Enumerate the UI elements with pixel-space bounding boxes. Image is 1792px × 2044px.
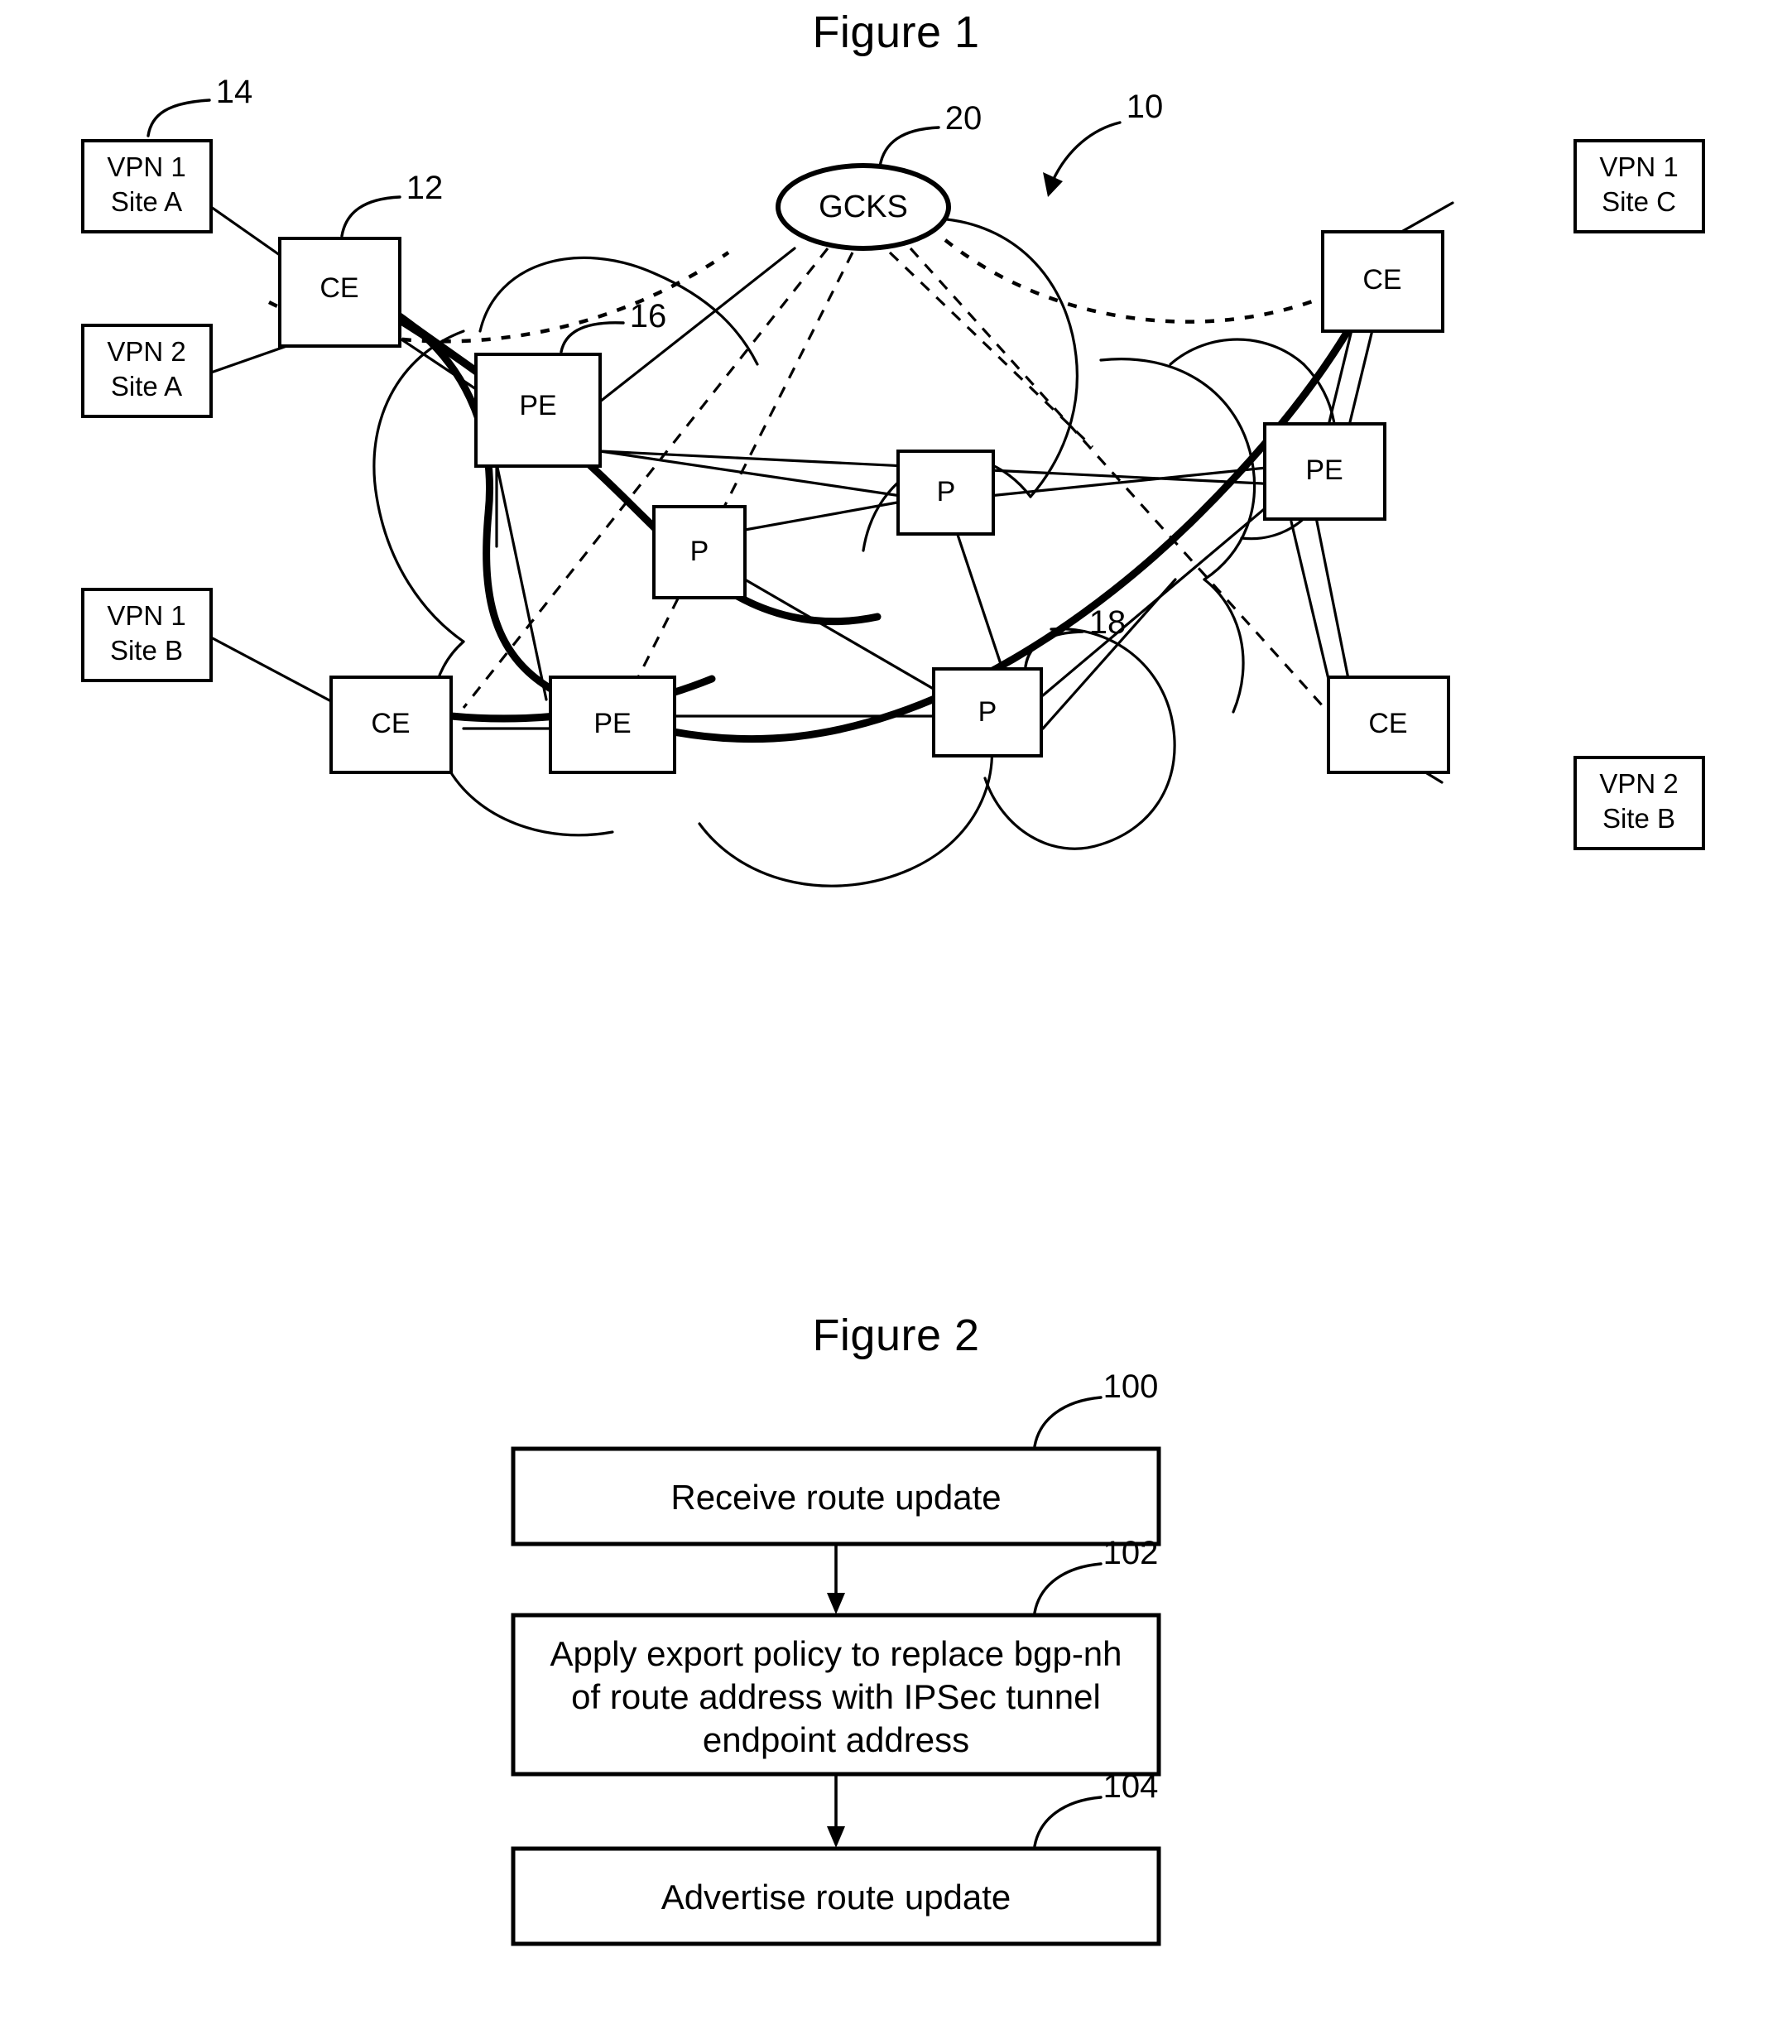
flow-step-102-line3: endpoint address: [703, 1720, 969, 1759]
ref-numeral-104: 104: [1103, 1768, 1159, 1805]
ce-bottom-right-label: CE: [1368, 708, 1407, 739]
ce-router-bottom-right: CE: [1327, 676, 1450, 774]
gcks-node: GCKS: [776, 163, 951, 251]
ref-numeral-18: 18: [1089, 604, 1127, 641]
vpn-1-site-c-line2: Site C: [1602, 186, 1676, 217]
vpn-2-site-b-line2: Site B: [1602, 803, 1675, 834]
flow-step-100-text: Receive route update: [670, 1478, 1001, 1517]
p-router-bottom: P: [932, 667, 1043, 757]
pe-router-right: PE: [1263, 422, 1386, 521]
ce-router-bottom-left: CE: [329, 676, 453, 774]
vpn-1-site-b-box: VPN 1 Site B: [81, 588, 213, 682]
vpn-1-site-a-line2: Site A: [111, 186, 182, 217]
flow-ref-100: 100: [1033, 1368, 1159, 1448]
flow-step-receive-route-update: Receive route update: [511, 1446, 1161, 1546]
ref-numeral-20: 20: [945, 100, 982, 137]
p-bottom-label: P: [978, 696, 997, 728]
flow-step-advertise-route-update: Advertise route update: [511, 1846, 1161, 1946]
figure-2-flowchart: Receive route update 100 Apply export po…: [511, 1368, 1161, 1946]
flow-ref-104: 104: [1033, 1768, 1159, 1848]
pe-left-label: PE: [519, 390, 556, 421]
p-router-left: P: [652, 505, 747, 599]
ce-bottom-left-label: CE: [371, 708, 410, 739]
ref-numeral-12: 12: [406, 170, 444, 206]
ref-numeral-102: 102: [1103, 1535, 1159, 1571]
vpn-2-site-b-box: VPN 2 Site B: [1573, 756, 1705, 850]
vpn-2-site-b-line1: VPN 2: [1599, 768, 1678, 799]
vpn-1-site-b-line1: VPN 1: [107, 600, 185, 631]
flow-arrow-2: [827, 1774, 845, 1848]
flow-ref-102: 102: [1033, 1535, 1159, 1614]
ref-numeral-100: 100: [1103, 1368, 1159, 1405]
ref-numeral-14: 14: [216, 74, 253, 110]
pe-router-left: PE: [474, 353, 602, 468]
vpn-1-site-b-line2: Site B: [110, 635, 183, 666]
gcks-dotted-links: [267, 238, 1342, 344]
ce-top-right-label: CE: [1362, 264, 1401, 296]
pe-right-label: PE: [1305, 454, 1343, 486]
ref-numeral-16: 16: [630, 298, 667, 334]
pe-bottom-left-label: PE: [593, 708, 631, 739]
ce-router-top-right: CE: [1321, 230, 1444, 333]
ce-top-left-label: CE: [319, 272, 358, 304]
flow-step-apply-export-policy: Apply export policy to replace bgp-nh of…: [511, 1613, 1161, 1777]
ref-numeral-10: 10: [1127, 89, 1164, 125]
provider-cloud-outline: [372, 218, 1338, 887]
p-center-label: P: [937, 476, 956, 507]
p-left-label: P: [690, 536, 709, 567]
ce-router-top-left: CE: [278, 237, 401, 348]
vpn-2-site-a-box: VPN 2 Site A: [81, 324, 213, 418]
p-router-center: P: [896, 450, 995, 536]
gcks-label: GCKS: [819, 190, 908, 224]
patent-figure-page: Figure 1 VPN 1 Site A VPN 2 Site A VPN 1…: [0, 0, 1792, 2044]
flow-step-104-text: Advertise route update: [661, 1878, 1011, 1917]
vpn-1-site-c-box: VPN 1 Site C: [1573, 139, 1705, 233]
pe-router-bottom-left: PE: [549, 676, 676, 774]
flow-step-102-line1: Apply export policy to replace bgp-nh: [550, 1634, 1122, 1673]
vpn-2-site-a-line1: VPN 2: [107, 336, 185, 367]
flow-arrow-1: [827, 1544, 845, 1614]
vpn-1-site-a-line1: VPN 1: [107, 151, 185, 182]
gcks-dashed-links: [462, 247, 1326, 709]
figure-1-diagram: VPN 1 Site A VPN 2 Site A VPN 1 Site B V…: [81, 74, 1705, 887]
flow-step-102-line2: of route address with IPSec tunnel: [571, 1677, 1101, 1716]
vpn-2-site-a-line2: Site A: [111, 371, 182, 402]
vpn-1-site-a-box: VPN 1 Site A: [81, 139, 213, 233]
vpn-1-site-c-line1: VPN 1: [1599, 151, 1678, 182]
